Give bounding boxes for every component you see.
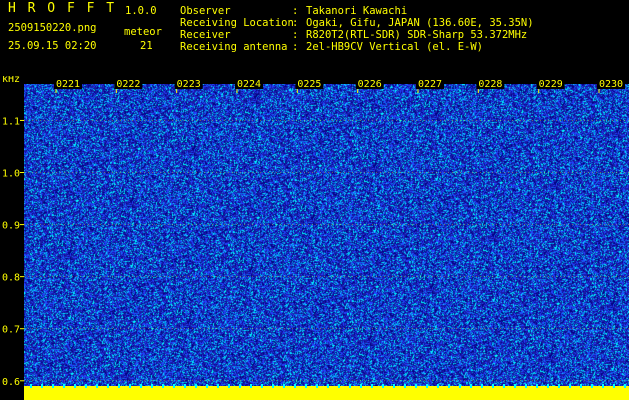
- app-title: H R O F F T: [8, 1, 117, 16]
- baseline-tick: [294, 384, 296, 388]
- info-separator: :: [292, 5, 299, 17]
- y-tick-label: 0.7: [2, 325, 20, 336]
- baseline-tick: [206, 384, 208, 388]
- x-tick-label: 0227: [418, 79, 442, 90]
- baseline-tick: [195, 384, 197, 388]
- baseline-tick: [118, 384, 120, 388]
- baseline-tick: [272, 384, 274, 388]
- baseline-tick: [140, 384, 142, 388]
- spectrogram: kHz 1.1 1.0 0.9 0.8 0.7 0.6 0221 0222 0223 0224 022…: [0, 76, 629, 400]
- info-label-observer: Observer: [180, 5, 231, 17]
- baseline-tick: [250, 384, 252, 388]
- x-tick-label: 0229: [539, 79, 563, 90]
- info-separator: :: [292, 17, 299, 29]
- baseline-tick: [492, 384, 494, 388]
- baseline-tick: [107, 384, 109, 388]
- baseline-tick: [261, 384, 263, 388]
- baseline-tick: [415, 384, 417, 388]
- info-value-receiver: R820T2(RTL-SDR) SDR-Sharp 53.372MHz: [306, 29, 528, 41]
- baseline-tick: [580, 384, 582, 388]
- app-version: 1.0.0: [125, 5, 157, 17]
- info-separator: :: [292, 41, 299, 53]
- baseline-tick: [426, 384, 428, 388]
- baseline-tick: [52, 384, 54, 388]
- baseline-tick: [503, 384, 505, 388]
- filename-label: 2509150220.png: [8, 22, 97, 34]
- y-tick-label: 0.9: [2, 221, 20, 232]
- info-label-receiver: Receiver: [180, 29, 231, 41]
- datetime-label: 25.09.15 02:20: [8, 40, 97, 52]
- info-value-location: Ogaki, Gifu, JAPAN (136.60E, 35.35N): [306, 17, 534, 29]
- baseline-tick: [514, 384, 516, 388]
- baseline-tick: [437, 384, 439, 388]
- baseline-tick: [129, 384, 131, 388]
- info-separator: :: [292, 29, 299, 41]
- y-axis-unit: kHz: [2, 76, 20, 85]
- y-tick-label: 1.1: [2, 116, 20, 127]
- baseline-band: [24, 386, 629, 400]
- baseline-tick: [305, 384, 307, 388]
- baseline-tick: [569, 384, 571, 388]
- baseline-tick: [228, 384, 230, 388]
- baseline-tick: [74, 384, 76, 388]
- x-tick-label: 0226: [358, 79, 382, 90]
- baseline-tick: [525, 384, 527, 388]
- x-tick-label: 0223: [177, 79, 201, 90]
- baseline-tick: [371, 384, 373, 388]
- info-value-antenna: 2el-HB9CV Vertical (el. E-W): [306, 41, 484, 53]
- baseline-tick: [481, 384, 483, 388]
- baseline-tick: [624, 384, 626, 388]
- info-label-antenna: Receiving antenna: [180, 41, 288, 53]
- baseline-tick: [360, 384, 362, 388]
- x-tick-label: 0222: [116, 79, 140, 90]
- baseline-tick: [173, 384, 175, 388]
- baseline-tick: [96, 384, 98, 388]
- baseline-tick: [239, 384, 241, 388]
- baseline-tick: [448, 384, 450, 388]
- baseline-tick: [283, 384, 285, 388]
- baseline-tick: [349, 384, 351, 388]
- baseline-tick: [382, 384, 384, 388]
- info-label-location: Receiving Location: [180, 17, 294, 29]
- baseline-tick: [459, 384, 461, 388]
- x-tick-label: 0230: [599, 79, 623, 90]
- baseline-tick: [558, 384, 560, 388]
- baseline-tick: [393, 384, 395, 388]
- baseline-tick: [338, 384, 340, 388]
- y-tick-label: 0.8: [2, 273, 20, 284]
- baseline-tick: [470, 384, 472, 388]
- x-tick-label: 0225: [297, 79, 321, 90]
- baseline-tick: [41, 384, 43, 388]
- baseline-tick: [602, 384, 604, 388]
- noise-speckle: [24, 84, 629, 386]
- meteor-count: 21: [140, 40, 153, 52]
- baseline-tick: [85, 384, 87, 388]
- header-panel: H R O F F T 1.0.0 2509150220.png meteor …: [0, 0, 629, 76]
- x-tick-label: 0221: [56, 79, 80, 90]
- baseline-tick: [591, 384, 593, 388]
- baseline-tick: [184, 384, 186, 388]
- baseline-tick: [613, 384, 615, 388]
- baseline-tick: [536, 384, 538, 388]
- baseline-tick: [404, 384, 406, 388]
- x-tick-label: 0224: [237, 79, 261, 90]
- baseline-tick: [30, 384, 32, 388]
- x-tick-label: 0228: [478, 79, 502, 90]
- baseline-tick: [151, 384, 153, 388]
- baseline-tick: [217, 384, 219, 388]
- baseline-tick: [316, 384, 318, 388]
- y-tick-label: 0.6: [2, 377, 20, 388]
- baseline-tick: [63, 384, 65, 388]
- baseline-tick: [162, 384, 164, 388]
- meteor-label: meteor: [124, 26, 162, 38]
- baseline-tick: [327, 384, 329, 388]
- info-value-observer: Takanori Kawachi: [306, 5, 408, 17]
- baseline-tick: [547, 384, 549, 388]
- y-tick-label: 1.0: [2, 169, 20, 180]
